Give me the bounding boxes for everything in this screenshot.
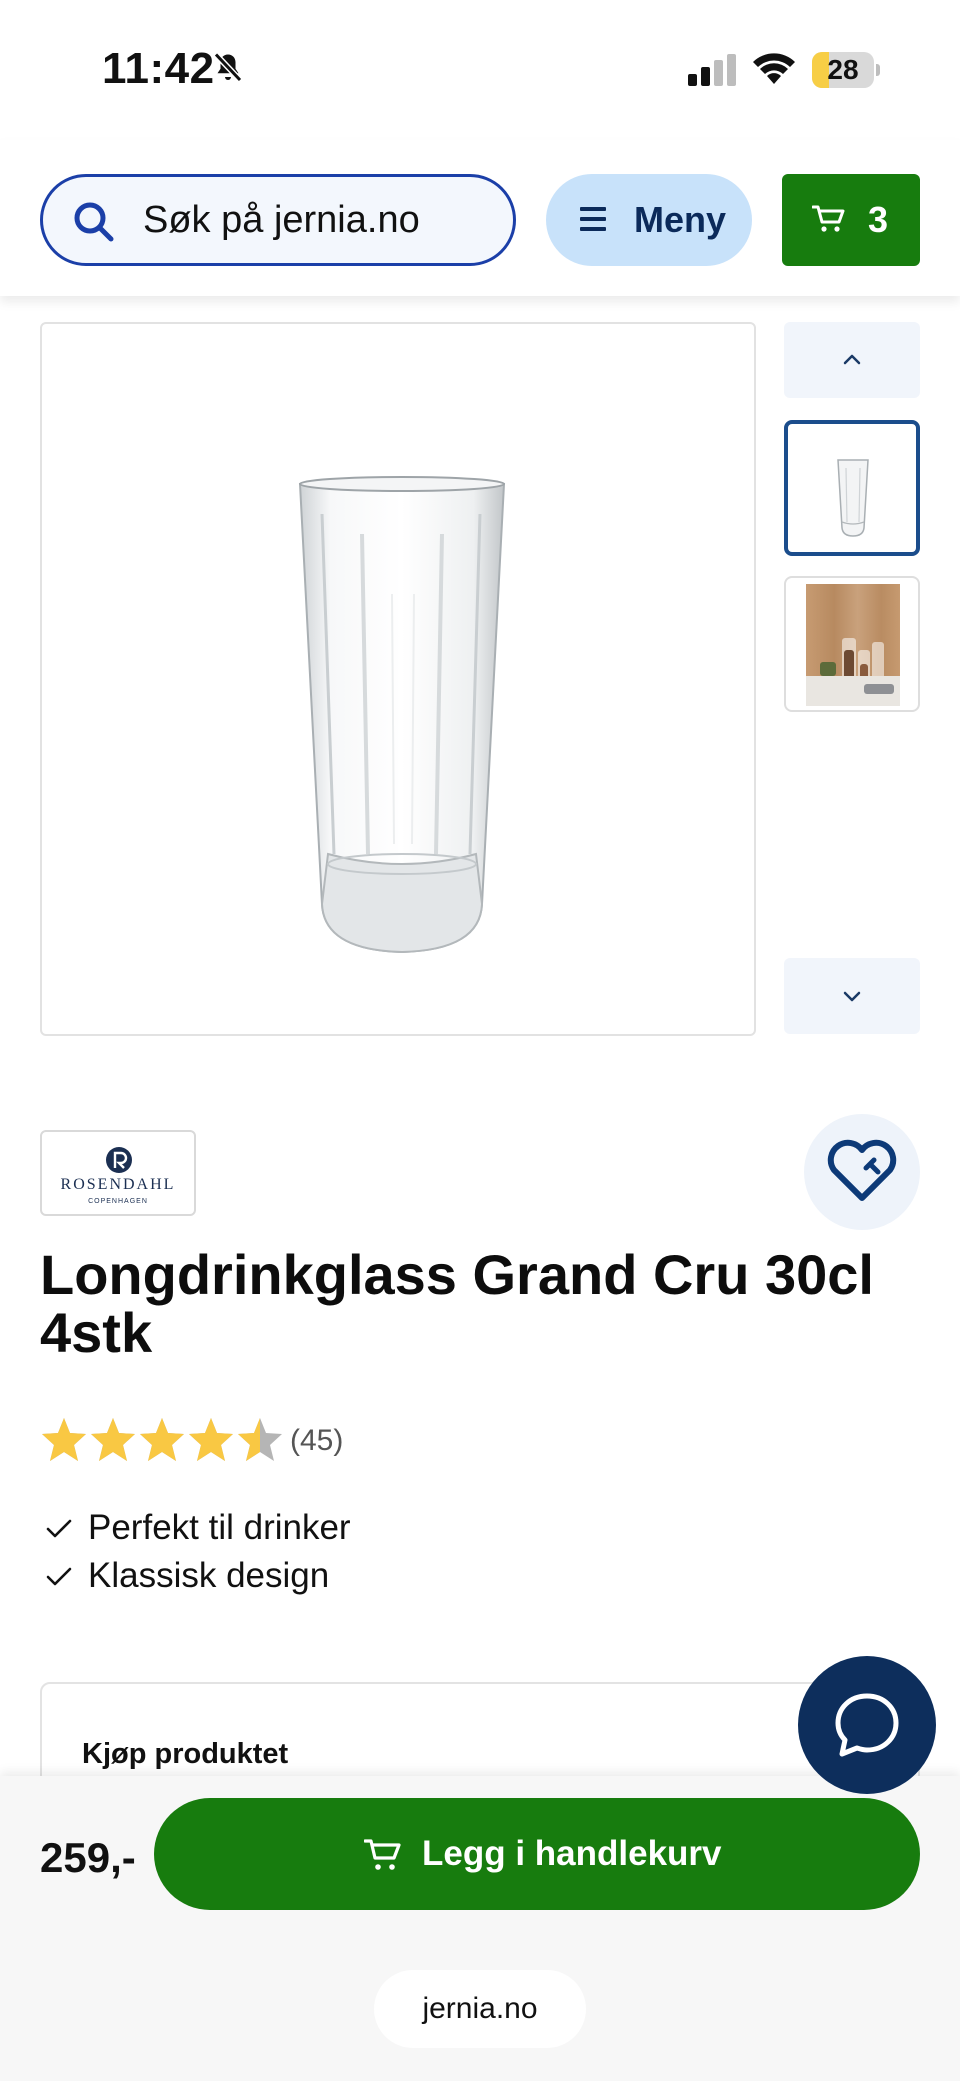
cart-count: 3 bbox=[868, 199, 889, 240]
status-bar: 11:42 28 bbox=[0, 0, 960, 140]
lifestyle-photo bbox=[806, 584, 900, 706]
brand-subtitle: COPENHAGEN bbox=[88, 1198, 148, 1205]
brand-name: ROSENDAHL bbox=[60, 1176, 176, 1193]
longdrink-glass-image bbox=[298, 476, 506, 954]
check-icon bbox=[46, 1567, 72, 1586]
feature-item: Perfekt til drinker bbox=[40, 1504, 640, 1552]
add-to-cart-button[interactable]: Legg i handlekurv bbox=[154, 1798, 920, 1910]
battery-icon: 28 bbox=[812, 52, 880, 88]
battery-level: 28 bbox=[827, 54, 859, 85]
glass-thumbnail-image bbox=[837, 459, 869, 537]
search-icon bbox=[74, 202, 114, 242]
add-to-cart-label: Legg i handlekurv bbox=[422, 1834, 722, 1873]
rating-count: (45) bbox=[290, 1424, 344, 1457]
search-box[interactable] bbox=[40, 174, 516, 266]
product-title: Longdrinkglass Grand Cru 30cl 4stk bbox=[40, 1243, 874, 1364]
buy-panel-title: Kjøp produktet bbox=[82, 1738, 289, 1770]
star-icon bbox=[189, 1418, 233, 1461]
main-product-image[interactable] bbox=[40, 322, 756, 1036]
thumbnail-lifestyle[interactable] bbox=[784, 576, 920, 712]
gallery-up-button[interactable] bbox=[784, 322, 920, 398]
chevron-up-icon bbox=[843, 354, 861, 365]
menu-button[interactable]: Meny bbox=[546, 174, 752, 266]
favorite-button[interactable] bbox=[804, 1114, 920, 1230]
bell-slash-icon bbox=[213, 52, 243, 83]
search-input[interactable] bbox=[143, 177, 503, 263]
feature-text: Perfekt til drinker bbox=[88, 1508, 351, 1547]
gallery-down-button[interactable] bbox=[784, 958, 920, 1034]
rating-stars bbox=[40, 1416, 286, 1466]
cart-button[interactable]: 3 bbox=[782, 174, 920, 266]
chat-bubble-icon bbox=[835, 1693, 899, 1757]
brand-logo[interactable]: ROSENDAHL COPENHAGEN bbox=[40, 1130, 196, 1216]
status-time: 11:42 bbox=[102, 44, 215, 93]
feature-item: Klassisk design bbox=[40, 1552, 640, 1600]
feature-text: Klassisk design bbox=[88, 1556, 330, 1595]
cart-icon bbox=[812, 205, 845, 232]
wifi-icon bbox=[753, 53, 795, 84]
sticky-buy-bar: 259,- Legg i handlekurv jernia.no bbox=[0, 1776, 960, 2081]
star-icon bbox=[140, 1418, 184, 1461]
product-price: 259,- bbox=[40, 1834, 136, 1881]
heart-plus-icon bbox=[827, 1139, 897, 1201]
site-header: Meny 3 bbox=[0, 140, 960, 296]
star-icon bbox=[91, 1418, 135, 1461]
chat-button[interactable] bbox=[798, 1656, 936, 1794]
cart-icon bbox=[364, 1839, 401, 1870]
cellular-signal-icon bbox=[688, 54, 736, 86]
hamburger-icon bbox=[580, 207, 606, 231]
chevron-down-icon bbox=[843, 991, 861, 1002]
thumbnail-glass[interactable] bbox=[784, 420, 920, 556]
star-icon bbox=[42, 1418, 86, 1461]
check-icon bbox=[46, 1519, 72, 1538]
menu-label: Meny bbox=[634, 199, 727, 240]
rosendahl-logo-icon bbox=[106, 1147, 132, 1173]
browser-url: jernia.no bbox=[422, 1992, 538, 2025]
star-icon bbox=[238, 1418, 282, 1461]
browser-url-bar[interactable]: jernia.no bbox=[374, 1970, 586, 2048]
